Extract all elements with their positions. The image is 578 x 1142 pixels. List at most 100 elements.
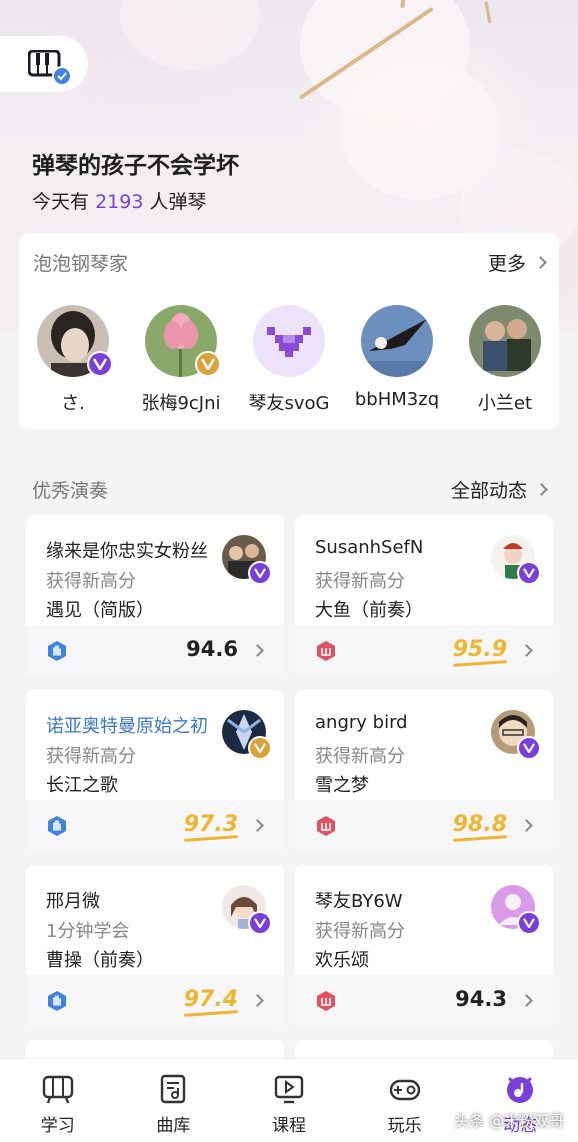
piano-logo-icon	[27, 49, 72, 86]
member-item[interactable]: さ.	[19, 305, 127, 415]
family-card: 泡泡钢琴家 更多 さ. 张梅9cJni 琴友svoG bbHM3zq 小兰et	[19, 233, 559, 429]
card-footer: 98.8	[295, 800, 553, 852]
score-value: 94.3	[455, 987, 507, 1011]
performance-card[interactable]: 缘来是你忠实女粉丝 获得新高分 遇见（简版） 94.6	[26, 515, 284, 677]
branch-decor	[484, 1, 492, 24]
performance-subtitle: 获得新高分	[315, 746, 405, 767]
performance-card[interactable]: 琴友BY6W 获得新高分 欢乐颂 94.3	[295, 865, 553, 1027]
hero-sub-suffix: 人弹琴	[149, 191, 207, 213]
hero-sub-prefix: 今天有	[32, 191, 90, 213]
avatar	[253, 305, 325, 377]
avatar[interactable]	[491, 710, 541, 760]
nav-label: 课程	[271, 1116, 306, 1136]
vip-badge-icon	[517, 736, 541, 760]
performance-card[interactable]: SusanhSefN 获得新高分 大鱼（前奏） 95.9	[295, 515, 553, 677]
avatar[interactable]	[491, 535, 541, 585]
hero-title: 弹琴的孩子不会学坏	[32, 153, 239, 179]
performance-card[interactable]: 诺亚奥特曼原始之初 获得新高分 长江之歌 97.3	[26, 690, 284, 852]
performance-subtitle: 获得新高分	[46, 746, 136, 767]
performance-card[interactable]: 邢月微 1分钟学会 曹操（前奏） 97.4	[26, 865, 284, 1027]
player-count: 2193	[95, 191, 144, 213]
vip-badge-icon	[87, 351, 113, 377]
nav-label: 曲库	[156, 1116, 191, 1136]
hero-subtitle: 今天有 2193 人弹琴	[32, 187, 206, 214]
performer-name: 诺亚奥特曼原始之初	[46, 716, 208, 737]
course-play-icon	[274, 1075, 304, 1104]
member-item[interactable]: 琴友svoG	[235, 305, 343, 415]
score-value: 95.9	[452, 637, 507, 662]
hand-red-icon	[317, 991, 335, 1011]
vip-badge-icon	[248, 561, 272, 585]
card-footer: 95.9	[295, 625, 553, 677]
performance-card-peek	[26, 1040, 284, 1060]
card-footer: 94.3	[295, 975, 553, 1027]
hand-red-icon	[317, 641, 335, 661]
score-value: 94.6	[186, 637, 238, 661]
member-name: さ.	[61, 393, 85, 414]
avatar[interactable]	[222, 710, 272, 760]
avatar[interactable]	[222, 885, 272, 935]
music-library-icon	[161, 1074, 186, 1104]
vip-badge-icon	[248, 911, 272, 935]
performance-card[interactable]: angry bird 获得新高分 雪之梦 98.8	[295, 690, 553, 852]
verified-check-icon	[52, 66, 72, 86]
song-title: 欢乐颂	[315, 950, 369, 971]
member-list: さ. 张梅9cJni 琴友svoG bbHM3zq 小兰et	[19, 305, 559, 415]
feed-note-icon	[507, 1077, 534, 1103]
member-name: 琴友svoG	[248, 393, 330, 414]
vip-badge-icon	[248, 736, 272, 760]
card-footer: 97.4	[26, 975, 284, 1027]
performer-name: 琴友BY6W	[315, 891, 403, 912]
member-name: 小兰et	[477, 393, 533, 414]
song-title: 遇见（简版）	[46, 600, 154, 621]
nav-item-play[interactable]: 玩乐	[347, 1059, 463, 1142]
nav-item-courses[interactable]: 课程	[231, 1059, 347, 1142]
card-footer: 97.3	[26, 800, 284, 852]
avatar	[469, 305, 541, 377]
performance-subtitle: 获得新高分	[315, 921, 405, 942]
all-feed-label: 全部动态	[450, 480, 527, 502]
performer-name: 缘来是你忠实女粉丝	[46, 541, 208, 562]
nav-item-learn[interactable]: 学习	[0, 1059, 116, 1142]
performance-subtitle: 1分钟学会	[46, 921, 130, 942]
song-title: 大鱼（前奏）	[315, 600, 423, 621]
watermark: 头条 @米粉双哥	[454, 1112, 564, 1130]
performer-name: SusanhSefN	[315, 537, 424, 558]
performer-name: angry bird	[315, 712, 408, 733]
app-logo[interactable]	[0, 36, 88, 92]
family-more-link[interactable]: 更多	[487, 249, 547, 276]
hand-blue-icon	[48, 991, 66, 1011]
score-value: 98.8	[452, 812, 507, 837]
nav-label: 玩乐	[387, 1116, 422, 1136]
nav-item-library[interactable]: 曲库	[116, 1059, 232, 1142]
family-title: 泡泡钢琴家	[33, 253, 129, 275]
avatar[interactable]	[222, 535, 272, 585]
hand-red-icon	[317, 816, 335, 836]
all-feed-link[interactable]: 全部动态	[450, 476, 548, 503]
score-value: 97.3	[183, 812, 238, 837]
chevron-right-icon	[251, 819, 264, 832]
avatar	[361, 305, 433, 377]
chevron-right-icon	[251, 644, 264, 657]
vip-badge-icon	[195, 351, 221, 377]
song-title: 长江之歌	[46, 775, 118, 796]
performances-title: 优秀演奏	[32, 480, 109, 502]
chevron-right-icon	[520, 644, 533, 657]
performer-name: 邢月微	[46, 891, 100, 912]
hand-blue-icon	[48, 816, 66, 836]
member-item[interactable]: bbHM3zq	[343, 305, 451, 415]
score-value: 97.4	[183, 987, 238, 1012]
member-name: 张梅9cJni	[141, 393, 221, 414]
hand-blue-icon	[48, 641, 66, 661]
family-more-label: 更多	[487, 253, 526, 275]
card-footer: 94.6	[26, 625, 284, 677]
song-title: 雪之梦	[315, 775, 369, 796]
member-item[interactable]: 小兰et	[451, 305, 559, 415]
member-item[interactable]: 张梅9cJni	[127, 305, 235, 415]
member-name: bbHM3zq	[354, 389, 440, 410]
vip-badge-icon	[517, 911, 541, 935]
performance-subtitle: 获得新高分	[315, 571, 405, 592]
chevron-right-icon	[520, 819, 533, 832]
performance-card-peek	[295, 1040, 553, 1060]
avatar[interactable]	[491, 885, 541, 935]
